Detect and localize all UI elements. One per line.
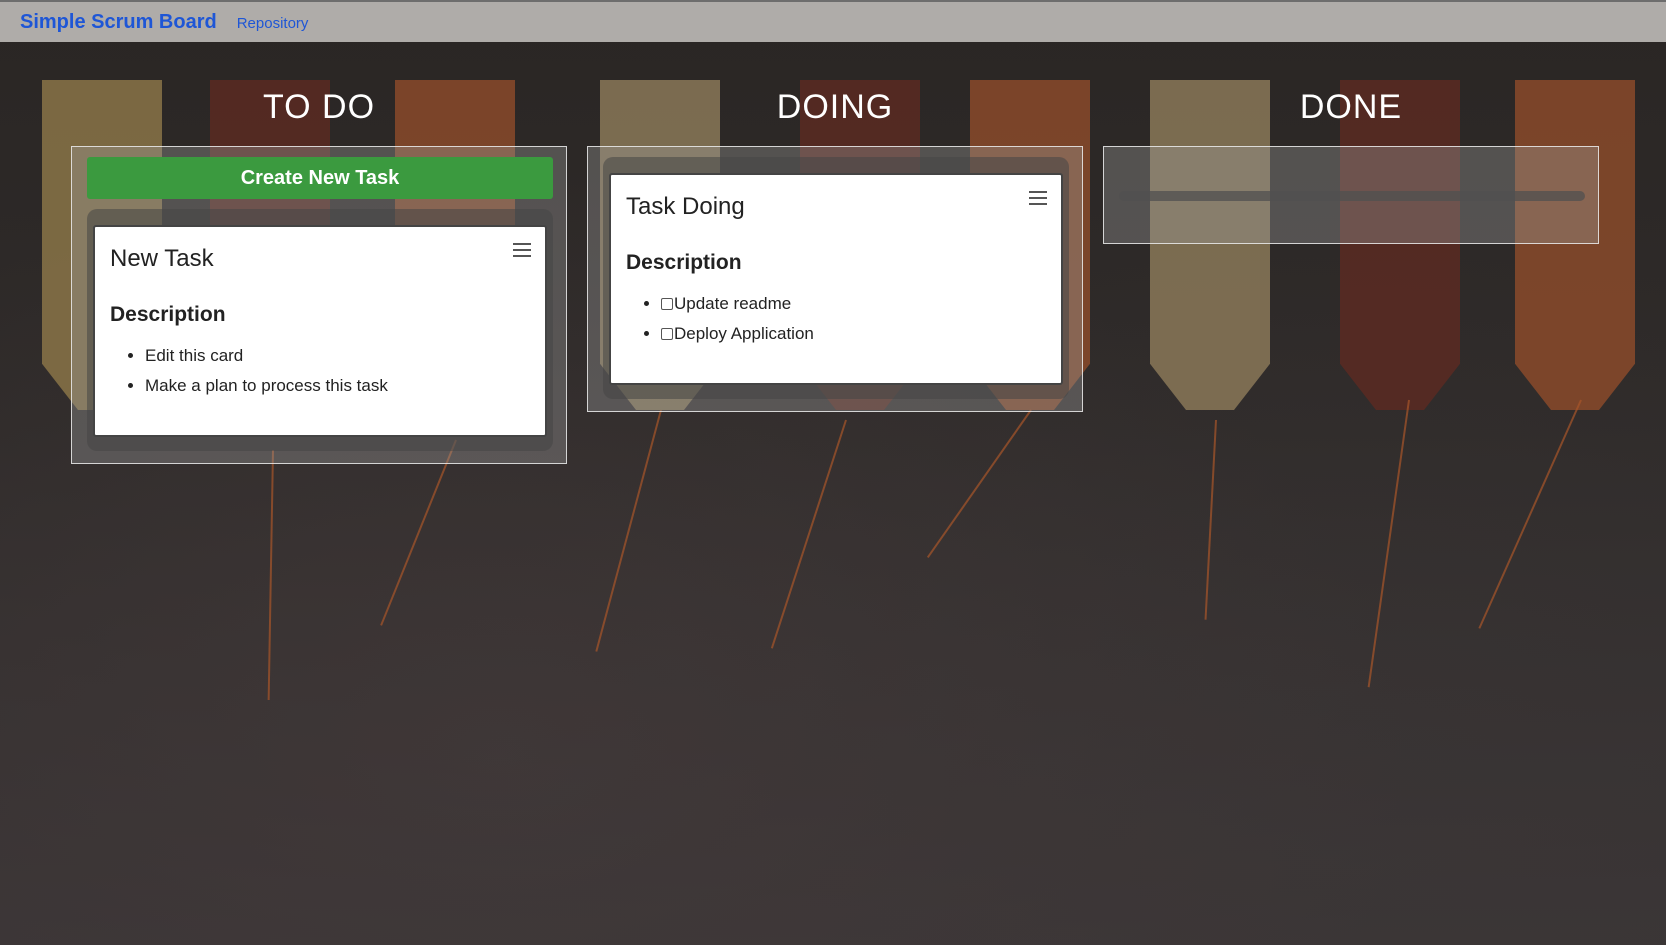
navbar: Simple Scrum Board Repository (0, 0, 1666, 42)
column-title-todo: TO DO (262, 88, 376, 126)
bg-string (1204, 419, 1217, 620)
bg-string (1367, 399, 1410, 688)
bg-string (770, 419, 847, 649)
hamburger-menu-icon[interactable] (513, 243, 531, 257)
bg-string (595, 409, 662, 652)
empty-task-list-done (1119, 191, 1585, 201)
card-description-list: Edit this card Make a plan to process th… (145, 345, 388, 405)
create-new-task-button[interactable]: Create New Task (87, 157, 553, 199)
bg-tag (1340, 80, 1460, 410)
checklist-item: Deploy Application (661, 323, 814, 345)
hamburger-menu-icon[interactable] (1029, 191, 1047, 205)
column-title-done: DONE (1299, 88, 1403, 126)
task-card[interactable]: New Task Description Edit this card Make… (93, 225, 547, 437)
column-title-doing: DOING (776, 88, 894, 126)
bg-tag (1515, 80, 1635, 410)
repository-link[interactable]: Repository (237, 15, 309, 32)
list-item: Edit this card (145, 345, 388, 367)
checklist-item: Update readme (661, 293, 814, 315)
list-item: Make a plan to process this task (145, 375, 388, 397)
card-description-heading: Description (110, 303, 226, 326)
column-todo: Create New Task New Task Description Edi… (71, 146, 567, 464)
task-card[interactable]: Task Doing Description Update readme Dep… (609, 173, 1063, 385)
bg-string (926, 409, 1032, 559)
checkbox-icon[interactable] (661, 328, 673, 340)
card-title: Task Doing (626, 193, 745, 220)
column-done (1103, 146, 1599, 244)
brand-link[interactable]: Simple Scrum Board (20, 11, 217, 34)
bg-string (1478, 399, 1582, 629)
bg-string (267, 449, 274, 700)
bg-string (380, 439, 457, 626)
column-doing: Task Doing Description Update readme Dep… (587, 146, 1083, 412)
task-list-todo: New Task Description Edit this card Make… (87, 209, 553, 451)
checklist-item-label: Update readme (674, 294, 792, 313)
task-list-doing: Task Doing Description Update readme Dep… (603, 157, 1069, 399)
checkbox-icon[interactable] (661, 298, 673, 310)
card-checklist: Update readme Deploy Application (661, 293, 814, 353)
card-title: New Task (110, 245, 214, 272)
bg-tag (1150, 80, 1270, 410)
card-description-heading: Description (626, 251, 742, 274)
checklist-item-label: Deploy Application (674, 324, 814, 343)
